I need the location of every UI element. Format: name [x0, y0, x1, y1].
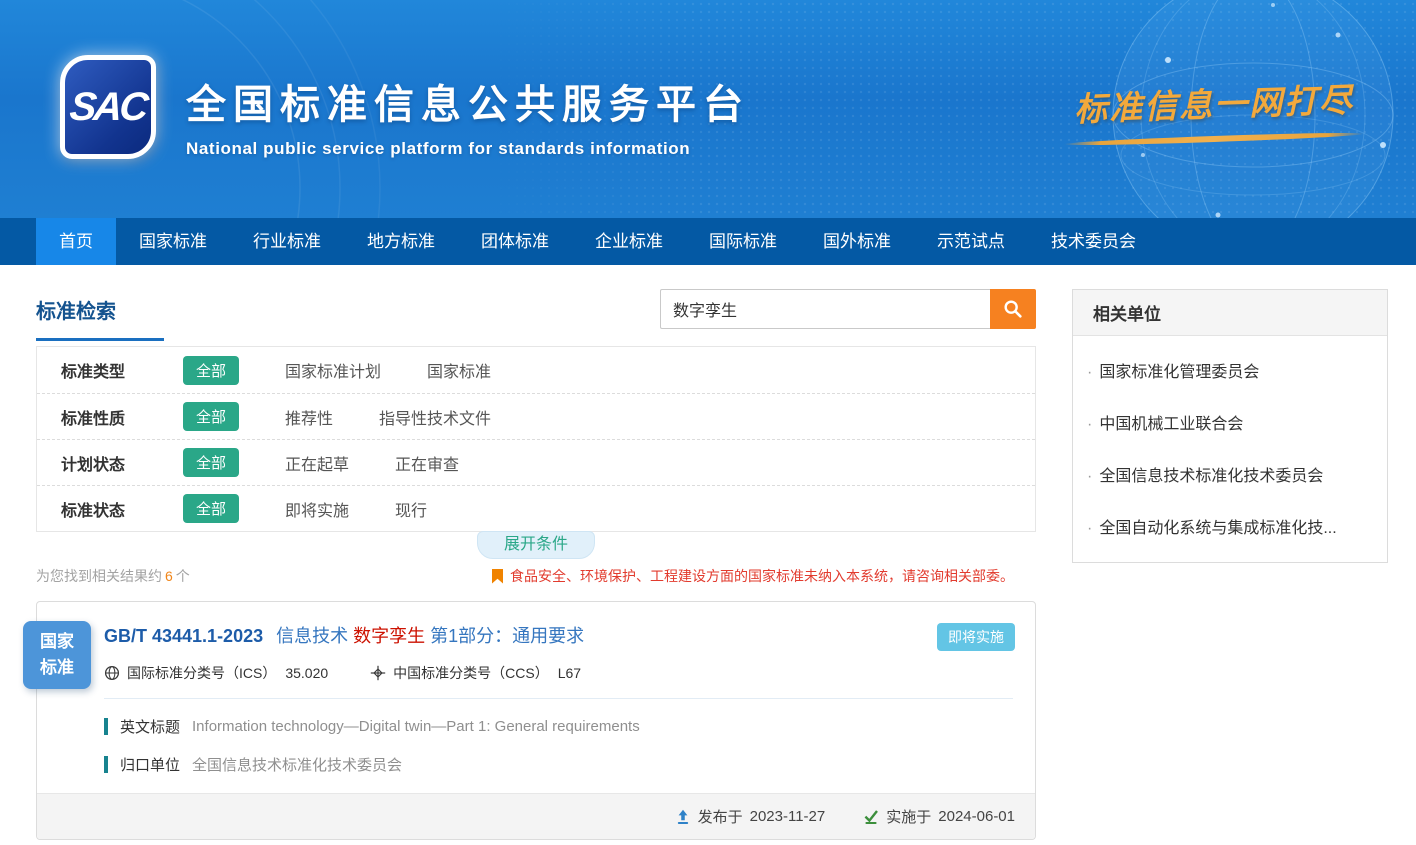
nav-tab-national-standards[interactable]: 国家标准 [116, 218, 230, 265]
main-nav: 首页 国家标准 行业标准 地方标准 团体标准 企业标准 国际标准 国外标准 示范… [0, 218, 1416, 265]
search-input[interactable] [660, 289, 990, 329]
card-footer: 发布于 2023-11-27 实施于 2024-06-01 [37, 793, 1035, 839]
filter-label: 计划状态 [61, 451, 161, 475]
teal-marker [104, 718, 108, 735]
filter-option[interactable]: 正在起草 [285, 451, 349, 475]
sidebar-item-link[interactable]: 国家标准化管理委员会 [1073, 344, 1387, 396]
filter-option[interactable]: 指导性技术文件 [379, 405, 491, 429]
compass-icon [370, 665, 386, 681]
sac-logo[interactable]: SAC [60, 55, 156, 159]
filter-panel: 标准类型 全部 国家标准计划 国家标准 标准性质 全部 推荐性 指导性技术文件 … [36, 346, 1036, 532]
standard-code: GB/T 43441.1-2023 [104, 626, 263, 646]
nav-tab-international-standards[interactable]: 国际标准 [686, 218, 800, 265]
nav-tab-home[interactable]: 首页 [36, 218, 116, 265]
globe-icon [104, 665, 120, 681]
results-summary: 为您找到相关结果约6个 [36, 566, 190, 586]
filter-all-badge[interactable]: 全部 [183, 402, 239, 431]
filter-row-standard-status: 标准状态 全部 即将实施 现行 [37, 485, 1035, 531]
page-title-underline [36, 338, 164, 341]
filter-label: 标准类型 [61, 358, 161, 382]
standard-result-card: 国家 标准 即将实施 GB/T 43441.1-2023 信息技术 数字孪生 第… [36, 601, 1036, 840]
card-divider [104, 698, 1013, 699]
standard-title-link[interactable]: GB/T 43441.1-2023 信息技术 数字孪生 第1部分：通用要求 [104, 622, 1015, 648]
results-count: 6 [162, 568, 176, 584]
filter-row-plan-status: 计划状态 全部 正在起草 正在审查 [37, 439, 1035, 485]
standard-type-badge: 国家 标准 [23, 621, 91, 689]
nav-tab-technical-committees[interactable]: 技术委员会 [1028, 218, 1159, 265]
related-units-title: 相关单位 [1073, 290, 1387, 336]
slogan-banner: 标准信息一网打尽 [1064, 78, 1364, 142]
teal-marker [104, 756, 108, 773]
search-icon [1002, 298, 1024, 320]
nav-tab-group-standards[interactable]: 团体标准 [458, 218, 572, 265]
filter-all-badge[interactable]: 全部 [183, 356, 239, 385]
site-title: 全国标准信息公共服务平台 [186, 72, 750, 130]
nav-tab-industry-standards[interactable]: 行业标准 [230, 218, 344, 265]
nav-tab-local-standards[interactable]: 地方标准 [344, 218, 458, 265]
sidebar-item-link[interactable]: 中国机械工业联合会 [1073, 396, 1387, 448]
filter-option[interactable]: 国家标准计划 [285, 358, 381, 382]
ics-classification: 国际标准分类号（ICS） 35.020 [104, 663, 328, 683]
ccs-classification: 中国标准分类号（CCS） L67 [370, 663, 581, 683]
filter-label: 标准性质 [61, 405, 161, 429]
check-icon [863, 809, 879, 825]
system-notice: 食品安全、环境保护、工程建设方面的国家标准未纳入本系统，请咨询相关部委。 [492, 566, 1014, 586]
search-box [660, 289, 1036, 329]
filter-all-badge[interactable]: 全部 [183, 494, 239, 523]
published-date: 发布于 2023-11-27 [675, 806, 826, 827]
filter-option[interactable]: 国家标准 [427, 358, 491, 382]
sidebar-item-link[interactable]: 全国自动化系统与集成标准化技... [1073, 500, 1387, 552]
filter-row-standard-type: 标准类型 全部 国家标准计划 国家标准 [37, 347, 1035, 393]
sidebar-item-link[interactable]: 全国信息技术标准化技术委员会 [1073, 448, 1387, 500]
committee-row: 归口单位 全国信息技术标准化技术委员会 [104, 754, 1015, 775]
nav-tab-enterprise-standards[interactable]: 企业标准 [572, 218, 686, 265]
site-subtitle: National public service platform for sta… [186, 139, 750, 159]
filter-option[interactable]: 现行 [395, 497, 427, 521]
filter-row-standard-nature: 标准性质 全部 推荐性 指导性技术文件 [37, 393, 1035, 439]
nav-tab-pilot-demos[interactable]: 示范试点 [914, 218, 1028, 265]
filter-label: 标准状态 [61, 497, 161, 521]
search-button[interactable] [990, 289, 1036, 329]
status-badge: 即将实施 [937, 623, 1015, 651]
search-term-highlight: 数字孪生 [353, 626, 425, 646]
slogan-text: 标准信息一网打尽 [1063, 73, 1364, 131]
nav-tab-foreign-standards[interactable]: 国外标准 [800, 218, 914, 265]
bookmark-icon [492, 569, 503, 584]
page-title: 标准检索 [36, 289, 164, 324]
filter-option[interactable]: 即将实施 [285, 497, 349, 521]
english-title-row: 英文标题 Information technology—Digital twin… [104, 716, 1015, 737]
expand-conditions-button[interactable]: 展开条件 [477, 531, 595, 559]
sac-logo-text: SAC [68, 85, 148, 130]
site-header: SAC 全国标准信息公共服务平台 National public service… [0, 0, 1416, 218]
filter-option[interactable]: 推荐性 [285, 405, 333, 429]
related-units-panel: 相关单位 国家标准化管理委员会 中国机械工业联合会 全国信息技术标准化技术委员会… [1072, 289, 1388, 563]
upload-icon [675, 809, 691, 825]
implemented-date: 实施于 2024-06-01 [863, 806, 1015, 827]
filter-option[interactable]: 正在审查 [395, 451, 459, 475]
filter-all-badge[interactable]: 全部 [183, 448, 239, 477]
